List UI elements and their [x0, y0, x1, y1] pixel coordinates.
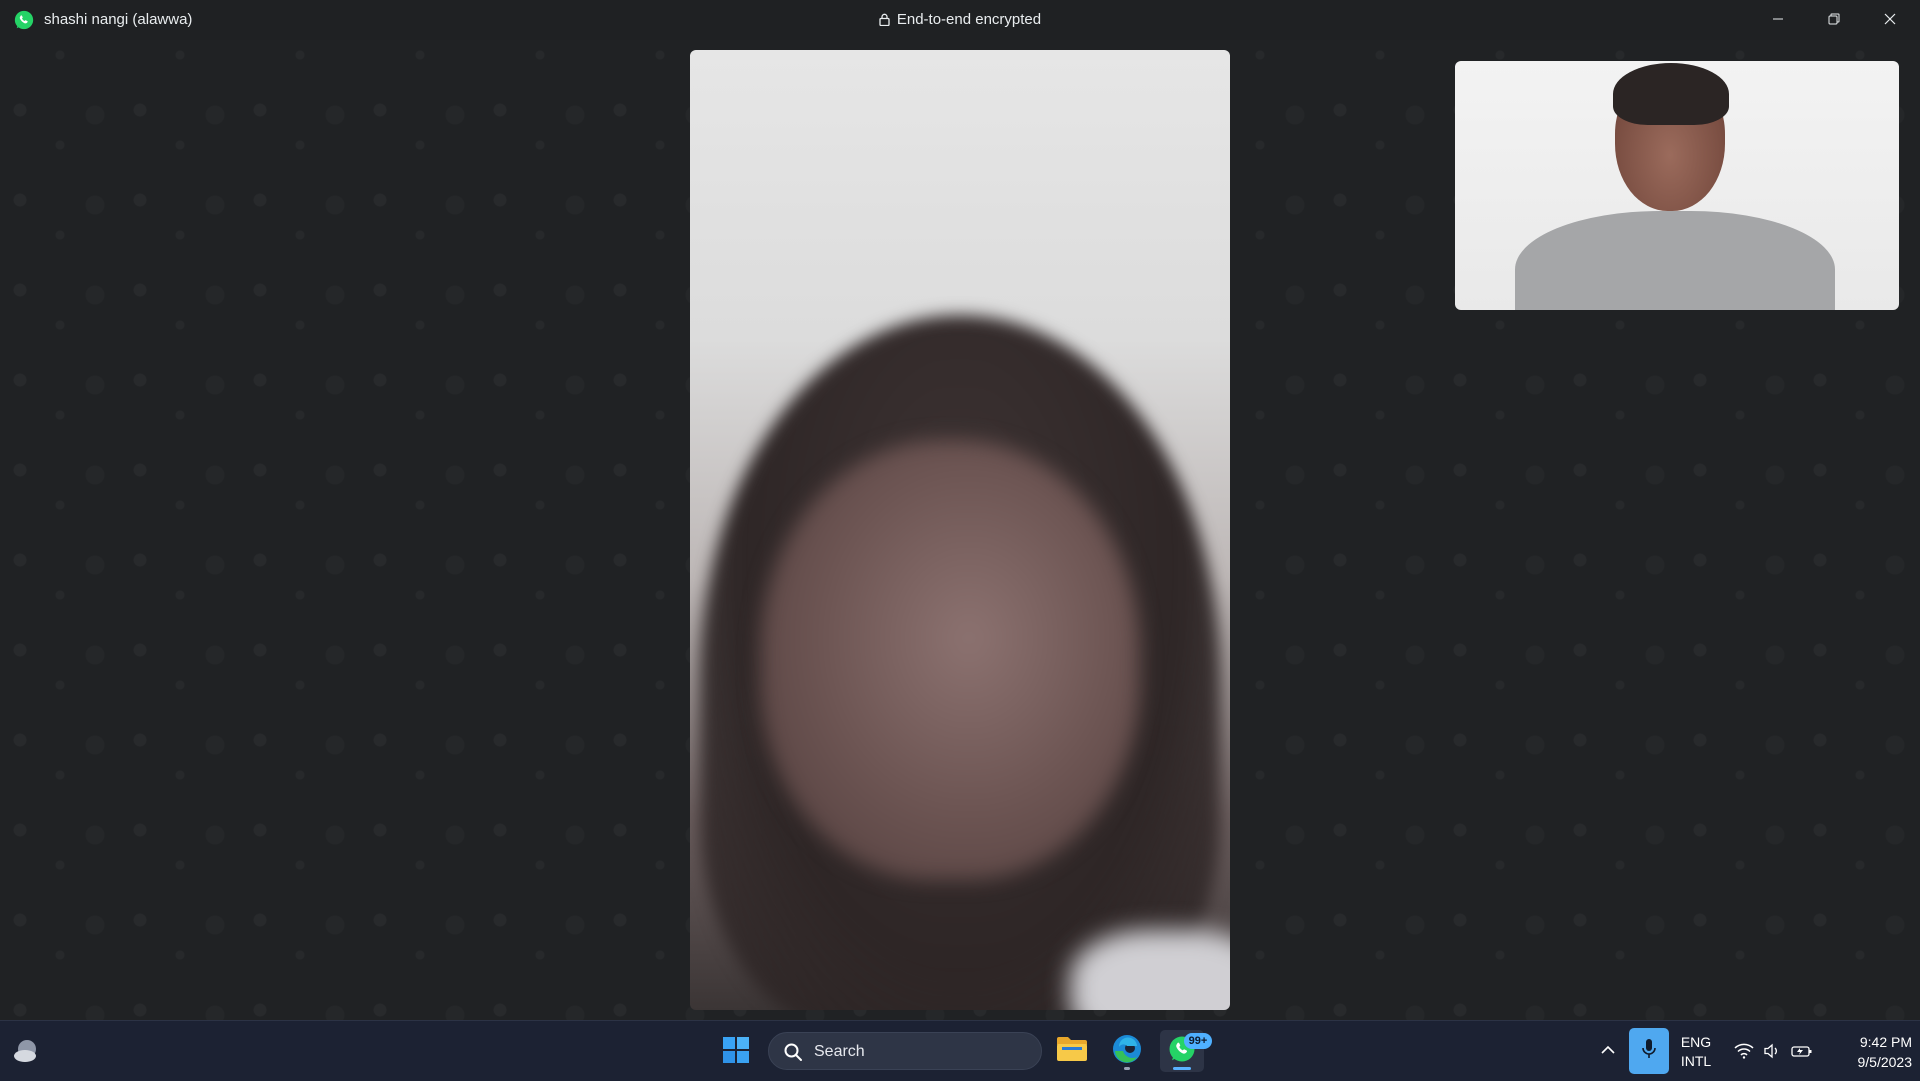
windows-logo-icon	[722, 1036, 750, 1069]
restore-icon	[1828, 12, 1840, 29]
volume-icon[interactable]	[1760, 1039, 1784, 1063]
running-indicator	[1124, 1067, 1130, 1070]
self-participant-hair	[1613, 63, 1729, 125]
taskbar: Search 99+ ENG INTL 9:42 PM 9/5/2023	[0, 1020, 1920, 1081]
input-language-indicator[interactable]: ENG INTL	[1676, 1033, 1716, 1071]
notification-badge: 99+	[1184, 1033, 1212, 1049]
search-label: Search	[814, 1043, 865, 1060]
chevron-up-icon	[1601, 1042, 1615, 1060]
show-hidden-icons-button[interactable]	[1596, 1039, 1620, 1063]
taskbar-search-box[interactable]: Search	[768, 1032, 1042, 1070]
start-button[interactable]	[718, 1034, 754, 1070]
taskbar-file-explorer[interactable]	[1050, 1030, 1094, 1072]
weather-icon[interactable]	[12, 1037, 42, 1065]
remote-video[interactable]	[690, 50, 1230, 1010]
close-button[interactable]	[1862, 0, 1918, 40]
close-icon	[1884, 12, 1896, 29]
encryption-text: End-to-end encrypted	[896, 11, 1042, 28]
whatsapp-call-window: shashi nangi (alawwa) End-to-end encrypt…	[0, 0, 1920, 1020]
lock-icon	[879, 13, 890, 30]
self-video[interactable]	[1455, 61, 1899, 310]
wifi-icon[interactable]	[1732, 1039, 1756, 1063]
self-participant-body	[1515, 211, 1835, 310]
clock-date: 9/5/2023	[1857, 1054, 1913, 1070]
folder-icon	[1056, 1035, 1088, 1068]
minimize-button[interactable]	[1750, 0, 1806, 40]
taskbar-edge[interactable]	[1105, 1030, 1149, 1072]
microphone-icon	[1641, 1038, 1657, 1065]
remote-participant-face	[760, 440, 1140, 880]
language-code: ENG	[1680, 1034, 1712, 1050]
system-clock[interactable]: 9:42 PM 9/5/2023	[1820, 1032, 1913, 1072]
minimize-icon	[1772, 12, 1784, 29]
keyboard-layout: INTL	[1680, 1053, 1712, 1069]
search-icon	[783, 1042, 803, 1067]
microphone-in-use-button[interactable]	[1629, 1028, 1669, 1074]
active-indicator	[1173, 1067, 1191, 1070]
battery-charging-icon[interactable]	[1790, 1039, 1814, 1063]
restore-button[interactable]	[1806, 0, 1862, 40]
title-bar: shashi nangi (alawwa) End-to-end encrypt…	[0, 0, 1920, 40]
encryption-status: End-to-end encrypted	[0, 11, 1920, 30]
edge-browser-icon	[1111, 1033, 1143, 1070]
taskbar-whatsapp[interactable]: 99+	[1160, 1030, 1212, 1072]
clock-time: 9:42 PM	[1859, 1034, 1912, 1050]
